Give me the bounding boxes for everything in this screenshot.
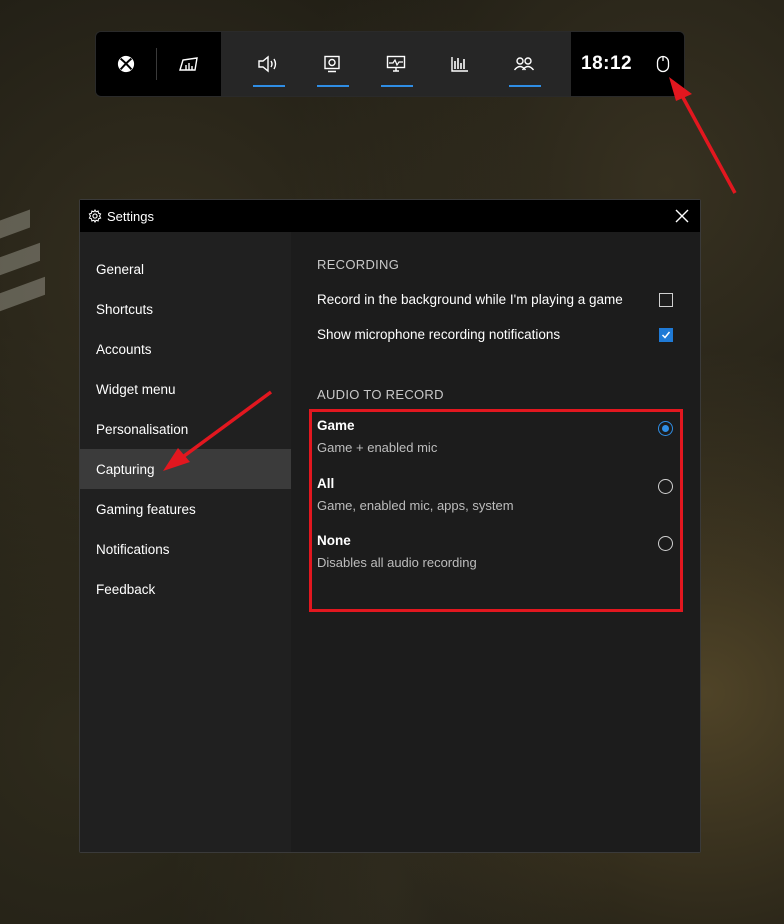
social-widget-button[interactable] — [492, 32, 556, 96]
widget-menu-button[interactable] — [157, 32, 221, 96]
radio-game[interactable] — [658, 421, 673, 436]
audio-heading: AUDIO TO RECORD — [317, 387, 444, 402]
sidebar-item-general[interactable]: General — [80, 249, 291, 289]
mic-notifications-option[interactable]: Show microphone recording notifications — [317, 327, 673, 342]
performance-icon — [386, 55, 406, 72]
mouse-button[interactable] — [654, 55, 672, 73]
active-indicator — [317, 85, 349, 87]
checkmark-icon — [661, 331, 671, 339]
radio-none[interactable] — [658, 536, 673, 551]
sidebar-item-accounts[interactable]: Accounts — [80, 329, 291, 369]
resources-icon — [451, 57, 468, 72]
game-bar: 18:12 — [95, 31, 685, 97]
sidebar-item-notifications[interactable]: Notifications — [80, 529, 291, 569]
xbox-icon — [117, 55, 135, 73]
audio-option-desc: Game + enabled mic — [317, 440, 438, 455]
background-recording-checkbox[interactable] — [659, 292, 673, 307]
background-scenery — [0, 209, 30, 239]
audio-icon — [258, 55, 277, 73]
mic-notifications-label: Show microphone recording notifications — [317, 327, 561, 342]
recording-heading: RECORDING — [317, 257, 400, 272]
sidebar-item-widget-menu[interactable]: Widget menu — [80, 369, 291, 409]
clock: 18:12 — [581, 53, 633, 74]
settings-window: Settings General Shortcuts Accounts Widg… — [79, 199, 701, 853]
audio-option-title: All — [317, 476, 335, 491]
background-recording-option[interactable]: Record in the background while I'm playi… — [317, 292, 673, 307]
widget-icon — [179, 57, 198, 71]
background-scenery — [0, 242, 40, 276]
mouse-icon — [656, 55, 670, 73]
background-scenery — [0, 276, 45, 312]
background-recording-label: Record in the background while I'm playi… — [317, 292, 623, 307]
audio-option-none[interactable]: None Disables all audio recording — [317, 533, 673, 570]
settings-title: Settings — [107, 208, 154, 224]
social-icon — [513, 57, 535, 71]
mic-notifications-checkbox[interactable] — [659, 327, 673, 342]
active-indicator — [509, 85, 541, 87]
xbox-button[interactable] — [96, 32, 156, 96]
audio-option-desc: Game, enabled mic, apps, system — [317, 498, 514, 513]
sidebar-item-shortcuts[interactable]: Shortcuts — [80, 289, 291, 329]
radio-all[interactable] — [658, 479, 673, 494]
capture-widget-button[interactable] — [300, 32, 364, 96]
sidebar-item-gaming-features[interactable]: Gaming features — [80, 489, 291, 529]
audio-option-all[interactable]: All Game, enabled mic, apps, system — [317, 476, 673, 513]
active-indicator — [381, 85, 413, 87]
settings-sidebar: General Shortcuts Accounts Widget menu P… — [80, 232, 291, 852]
resources-widget-button[interactable] — [428, 32, 492, 96]
audio-option-title: Game — [317, 418, 355, 433]
settings-titlebar: Settings — [80, 200, 700, 232]
close-icon — [675, 209, 689, 223]
sidebar-item-feedback[interactable]: Feedback — [80, 569, 291, 609]
audio-option-game[interactable]: Game Game + enabled mic — [317, 418, 673, 455]
active-indicator — [253, 85, 285, 87]
settings-content: RECORDING Record in the background while… — [291, 232, 700, 852]
close-button[interactable] — [672, 206, 692, 226]
audio-option-title: None — [317, 533, 351, 548]
audio-option-desc: Disables all audio recording — [317, 555, 477, 570]
capture-icon — [324, 55, 340, 73]
gear-icon — [88, 209, 102, 223]
performance-widget-button[interactable] — [364, 32, 428, 96]
sidebar-item-capturing[interactable]: Capturing — [80, 449, 291, 489]
radio-dot — [662, 425, 669, 432]
audio-widget-button[interactable] — [236, 32, 300, 96]
sidebar-item-personalisation[interactable]: Personalisation — [80, 409, 291, 449]
